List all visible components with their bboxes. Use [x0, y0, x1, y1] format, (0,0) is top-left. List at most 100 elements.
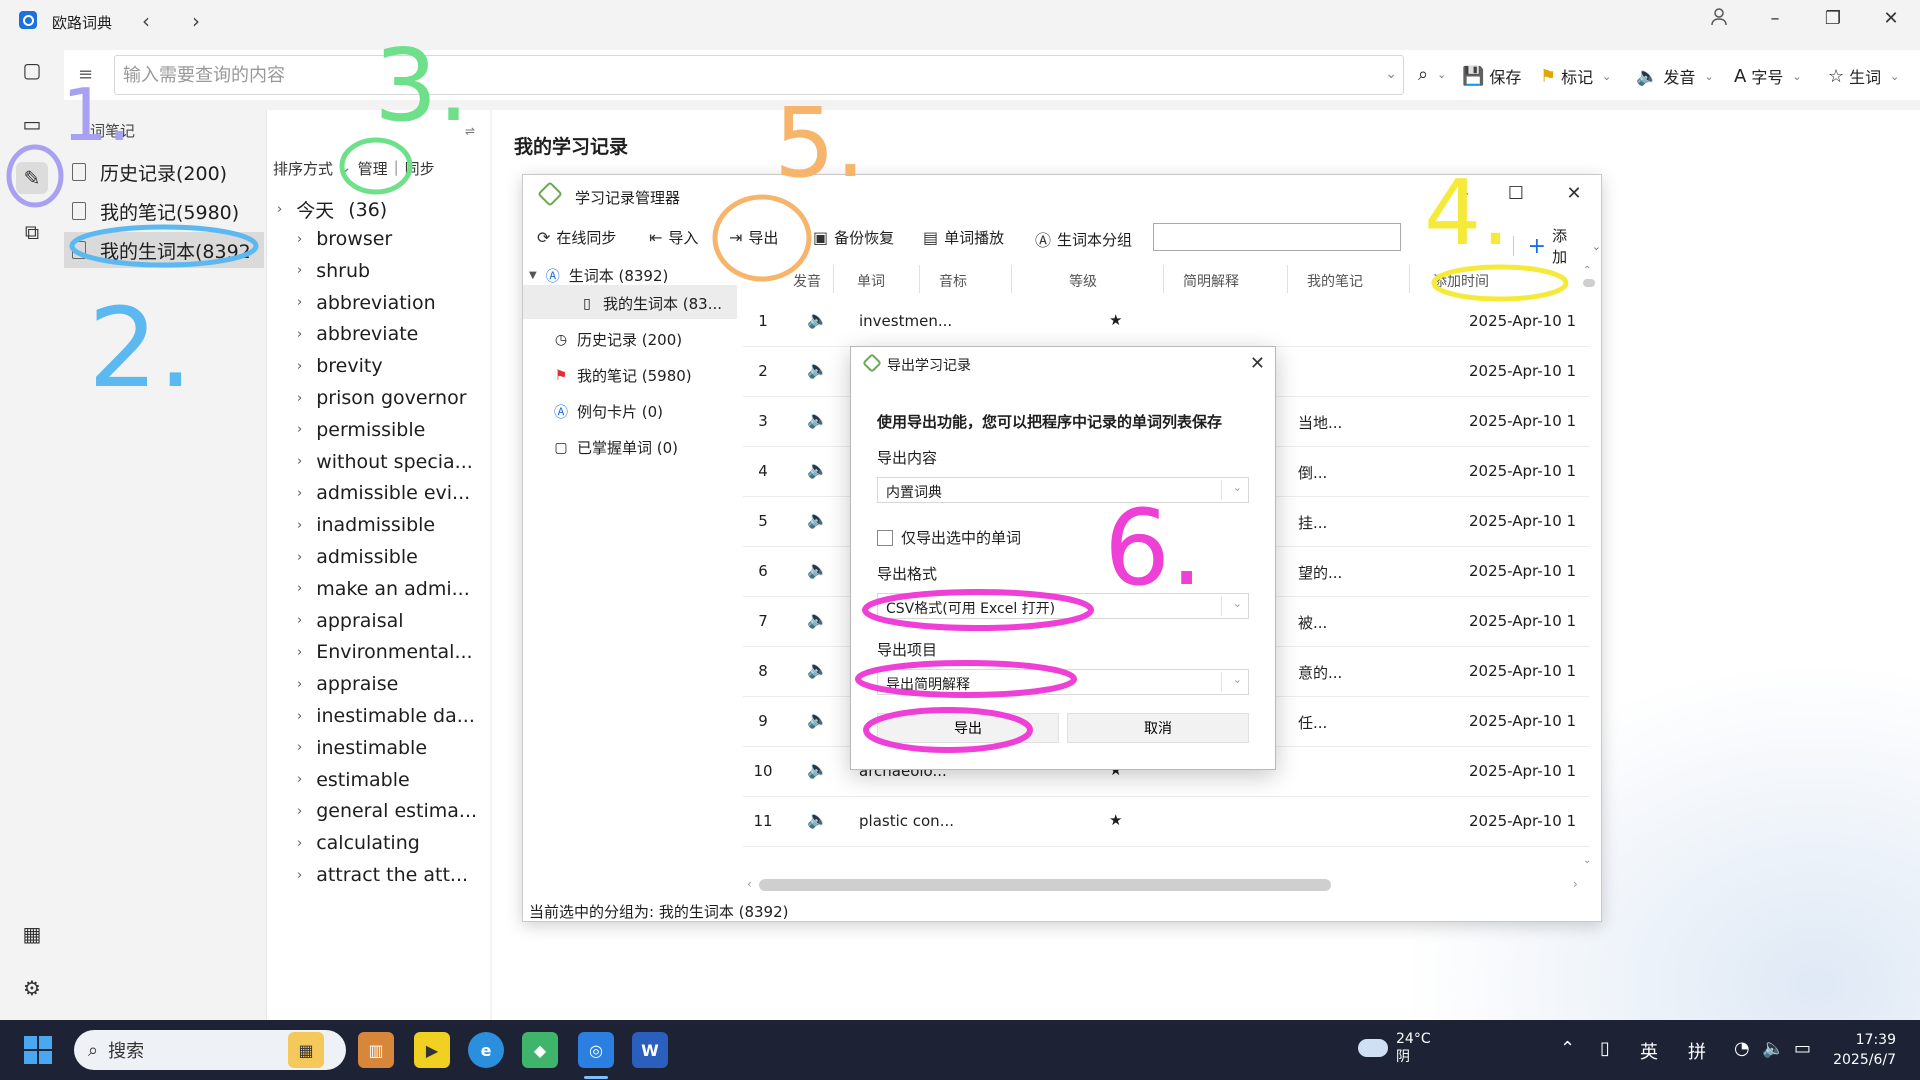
my-vocab-item[interactable]: 我的生词本(8392)	[64, 232, 264, 268]
word-list-item[interactable]: › make an admi...	[297, 578, 470, 600]
clock[interactable]: 17:39 2025/6/7	[1833, 1030, 1896, 1070]
col-level[interactable]: 等级	[1069, 271, 1097, 291]
tree-mastered[interactable]: ▢ 已掌握单词 (0)	[553, 437, 678, 458]
tray-expand-icon[interactable]: ⌃	[1560, 1038, 1575, 1059]
manage-button[interactable]: 管理	[358, 158, 388, 179]
cancel-button[interactable]: 取消	[1067, 713, 1249, 743]
speaker-icon[interactable]: 🔈	[807, 710, 828, 730]
vocab-group-button[interactable]: Ⓐ 生词本分组	[1035, 227, 1132, 251]
word-list-item[interactable]: › inestimable	[297, 737, 427, 759]
taskbar-word-icon[interactable]: W	[632, 1032, 668, 1068]
search-dropdown-icon[interactable]: ⌄	[1385, 66, 1397, 82]
word-play-button[interactable]: ▤ 单词播放	[923, 227, 1004, 248]
settings-icon[interactable]: ⚙	[16, 972, 48, 1004]
user-icon[interactable]	[1704, 8, 1734, 34]
horizontal-scrollbar[interactable]	[759, 879, 1331, 891]
notes-pen-icon[interactable]: ✎	[16, 162, 48, 194]
col-speak[interactable]: 发音	[793, 271, 821, 291]
tray-device-icon[interactable]: ▯	[1600, 1038, 1610, 1059]
font-size-button[interactable]: A 字号 ⌄	[1734, 64, 1802, 88]
export-button[interactable]: ⇥ 导出	[729, 227, 778, 248]
wifi-icon[interactable]: ◔	[1734, 1038, 1750, 1059]
save-button[interactable]: 💾 保存	[1462, 64, 1521, 88]
taskbar-widget-icon[interactable]: ▦	[288, 1032, 324, 1068]
speaker-icon[interactable]: 🔈	[807, 460, 828, 480]
manager-search-input[interactable]	[1153, 223, 1401, 251]
word-list-item[interactable]: › calculating	[297, 832, 420, 854]
word-list-item[interactable]: › admissible	[297, 546, 418, 568]
word-list-item[interactable]: › estimable	[297, 769, 410, 791]
vertical-scrollbar[interactable]	[1583, 279, 1595, 287]
only-selected-checkbox[interactable]: 仅导出选中的单词	[877, 527, 1021, 548]
mark-button[interactable]: ⚑ 标记 ⌄	[1540, 64, 1611, 88]
translate-icon[interactable]: ⧉	[16, 216, 48, 248]
word-list-item[interactable]: › Environmental...	[297, 641, 473, 663]
weather-widget[interactable]: 24°C 阴	[1358, 1030, 1431, 1066]
close-icon[interactable]: ✕	[1876, 8, 1906, 34]
speaker-icon[interactable]: 🔈	[807, 360, 828, 380]
ime-mode[interactable]: 拼	[1688, 1038, 1706, 1064]
speaker-icon[interactable]: 🔈	[807, 810, 828, 830]
word-list-item[interactable]: › inadmissible	[297, 514, 435, 536]
volume-icon[interactable]: 🔈	[1762, 1038, 1784, 1059]
taskbar-eudic-icon[interactable]: ◎	[578, 1032, 614, 1068]
import-button[interactable]: ⇤ 导入	[649, 227, 698, 248]
start-button[interactable]	[24, 1036, 52, 1064]
manager-minimize-icon[interactable]: –	[1449, 183, 1479, 204]
word-list-item[interactable]: › appraisal	[297, 610, 404, 632]
scroll-right-icon[interactable]: ›	[1573, 877, 1578, 891]
speaker-icon[interactable]: 🔈	[807, 610, 828, 630]
ime-language[interactable]: 英	[1640, 1038, 1658, 1064]
manager-maximize-icon[interactable]: ☐	[1501, 183, 1531, 204]
menu-icon[interactable]: ≡	[78, 64, 93, 85]
content-select[interactable]: 内置词典 ⌄	[877, 477, 1249, 503]
sync-button[interactable]: 同步	[405, 158, 435, 179]
col-phonetic[interactable]: 音标	[939, 271, 967, 291]
dialog-close-icon[interactable]: ✕	[1250, 353, 1265, 374]
manager-close-icon[interactable]: ✕	[1559, 183, 1589, 204]
col-word[interactable]: 单词	[857, 271, 885, 291]
speaker-icon[interactable]: 🔈	[807, 660, 828, 680]
back-icon[interactable]: ‹	[142, 9, 150, 33]
format-select[interactable]: CSV格式(可用 Excel 打开) ⌄	[877, 593, 1249, 619]
word-list-item[interactable]: › abbreviate	[297, 323, 418, 345]
panel-toggle-icon[interactable]: ⇌	[465, 124, 475, 138]
search-input[interactable]	[115, 56, 1375, 94]
speaker-icon[interactable]: 🔈	[807, 510, 828, 530]
tree-my-notes[interactable]: ⚑ 我的笔记 (5980)	[553, 365, 692, 386]
search-button[interactable]: ⌕ ⌄	[1418, 64, 1446, 85]
dictionary-icon[interactable]: ▢	[16, 54, 48, 86]
tree-example-cards[interactable]: Ⓐ 例句卡片 (0)	[553, 401, 663, 422]
taskbar-app-icon[interactable]: ◆	[522, 1032, 558, 1068]
restore-icon[interactable]: ❐	[1818, 8, 1848, 34]
table-row[interactable]: 1 🔈 investmen... ★ 2025-Apr-10 1	[743, 297, 1589, 347]
taskbar-edge-icon[interactable]: e	[468, 1032, 504, 1068]
word-list-item[interactable]: › brevity	[297, 355, 383, 377]
reader-icon[interactable]: ▭	[16, 108, 48, 140]
word-list-item[interactable]: › abbreviation	[297, 292, 436, 314]
speaker-icon[interactable]: 🔈	[807, 760, 828, 780]
online-sync-button[interactable]: ⟳ 在线同步	[537, 227, 616, 248]
vocab-button[interactable]: ☆ 生词 ⌄	[1828, 64, 1899, 88]
col-added-time[interactable]: 添加时间	[1433, 271, 1489, 291]
speaker-icon[interactable]: 🔈	[807, 560, 828, 580]
forward-icon[interactable]: ›	[192, 9, 200, 33]
tree-my-vocab[interactable]: ▯ 我的生词本 (83...	[579, 293, 722, 314]
checkbox-box[interactable]	[877, 529, 893, 546]
today-group[interactable]: › 今天 (36)	[277, 196, 387, 223]
battery-icon[interactable]: ▭	[1794, 1038, 1811, 1059]
col-notes[interactable]: 我的笔记	[1307, 271, 1363, 291]
scroll-up-icon[interactable]: ⌃	[1583, 265, 1591, 276]
word-list-item[interactable]: › prison governor	[297, 387, 467, 409]
apps-grid-icon[interactable]: ▦	[16, 918, 48, 950]
word-list-item[interactable]: › general estima...	[297, 800, 477, 822]
word-list-item[interactable]: › shrub	[297, 260, 370, 282]
word-list-item[interactable]: › inestimable da...	[297, 705, 475, 727]
speaker-icon[interactable]: 🔈	[807, 410, 828, 430]
items-select[interactable]: 导出简明解释 ⌄	[877, 669, 1249, 695]
sort-button[interactable]: 排序方式	[273, 158, 333, 179]
word-list-item[interactable]: › browser	[297, 228, 392, 250]
word-list-item[interactable]: › appraise	[297, 673, 398, 695]
word-list-item[interactable]: › admissible evi...	[297, 482, 470, 504]
word-list-item[interactable]: › attract the att...	[297, 864, 468, 886]
